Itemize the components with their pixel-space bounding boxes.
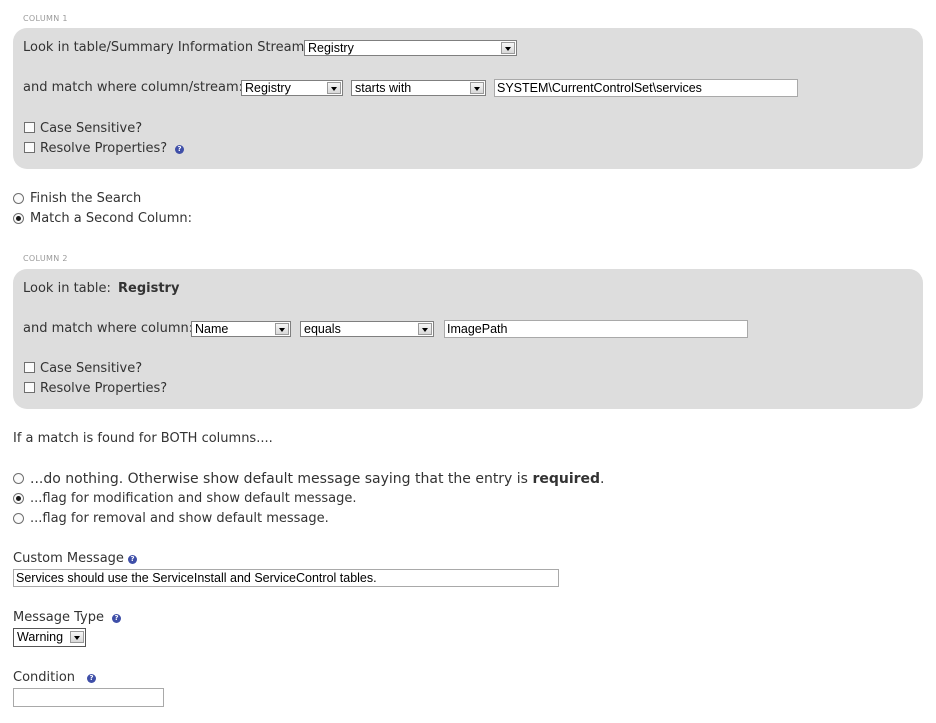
finish-search-radio[interactable] (13, 193, 24, 204)
chevron-down-icon[interactable] (501, 42, 515, 54)
match-second-column-radio[interactable] (13, 213, 24, 224)
flag-modification-label: ...flag for modification and show defaul… (30, 491, 357, 506)
column1-table-select-value: Registry (308, 41, 354, 55)
condition-label: Condition (13, 670, 76, 685)
column2-resolve-checkbox[interactable] (24, 382, 35, 393)
column2-column-select[interactable]: Name (191, 321, 291, 337)
finish-search-label: Finish the Search (30, 191, 142, 206)
do-nothing-radio[interactable] (13, 473, 24, 484)
message-type-select-value: Warning (17, 630, 64, 644)
flag-removal-label: ...flag for removal and show default mes… (30, 511, 329, 526)
column1-table-select[interactable]: Registry (304, 40, 517, 56)
column2-match-label: and match where column: (23, 321, 194, 336)
do-nothing-label-required: required (532, 471, 601, 487)
column1-case-sensitive-label: Case Sensitive? (40, 121, 143, 136)
custom-message-input[interactable]: Services should use the ServiceInstall a… (13, 569, 559, 587)
column1-column-select-value: Registry (245, 81, 291, 95)
flag-removal-radio[interactable] (13, 513, 24, 524)
flag-modification-radio[interactable] (13, 493, 24, 504)
message-type-label: Message Type (13, 610, 104, 625)
match-second-column-label: Match a Second Column: (30, 211, 193, 226)
column1-look-in-label: Look in table/Summary Information Stream… (23, 40, 309, 55)
column1-caption: COLUMN 1 (23, 14, 68, 23)
column1-case-sensitive-checkbox[interactable] (24, 122, 35, 133)
help-icon[interactable]: ? (87, 674, 96, 683)
column2-match-input[interactable]: ImagePath (444, 320, 748, 338)
help-icon[interactable]: ? (112, 614, 121, 623)
custom-message-label: Custom Message (13, 551, 124, 566)
help-icon[interactable]: ? (175, 145, 184, 154)
do-nothing-label-suffix: . (600, 471, 605, 487)
column2-caption: COLUMN 2 (23, 254, 68, 263)
column1-operator-select[interactable]: starts with (351, 80, 486, 96)
actions-heading: If a match is found for BOTH columns.... (13, 431, 273, 446)
column1-match-input[interactable]: SYSTEM\CurrentControlSet\services (494, 79, 798, 97)
column1-match-label: and match where column/stream: (23, 80, 244, 95)
column1-resolve-checkbox[interactable] (24, 142, 35, 153)
do-nothing-label: ...do nothing. Otherwise show default me… (30, 471, 605, 487)
condition-input[interactable] (13, 688, 164, 707)
column2-look-in-label: Look in table: (23, 281, 111, 296)
column2-case-sensitive-checkbox[interactable] (24, 362, 35, 373)
column2-operator-select[interactable]: equals (300, 321, 434, 337)
column1-column-select[interactable]: Registry (241, 80, 343, 96)
column1-resolve-label: Resolve Properties? (40, 141, 168, 156)
chevron-down-icon[interactable] (470, 82, 484, 94)
do-nothing-label-text: ...do nothing. Otherwise show default me… (30, 471, 533, 487)
column2-column-select-value: Name (195, 322, 229, 336)
chevron-down-icon[interactable] (327, 82, 341, 94)
help-icon[interactable]: ? (128, 555, 137, 564)
column2-table-name: Registry (118, 281, 180, 296)
column2-case-sensitive-label: Case Sensitive? (40, 361, 143, 376)
chevron-down-icon[interactable] (70, 631, 84, 643)
chevron-down-icon[interactable] (275, 323, 289, 335)
column1-operator-select-value: starts with (355, 81, 412, 95)
column2-operator-select-value: equals (304, 322, 341, 336)
column2-resolve-label: Resolve Properties? (40, 381, 168, 396)
message-type-select[interactable]: Warning (13, 628, 86, 647)
chevron-down-icon[interactable] (418, 323, 432, 335)
